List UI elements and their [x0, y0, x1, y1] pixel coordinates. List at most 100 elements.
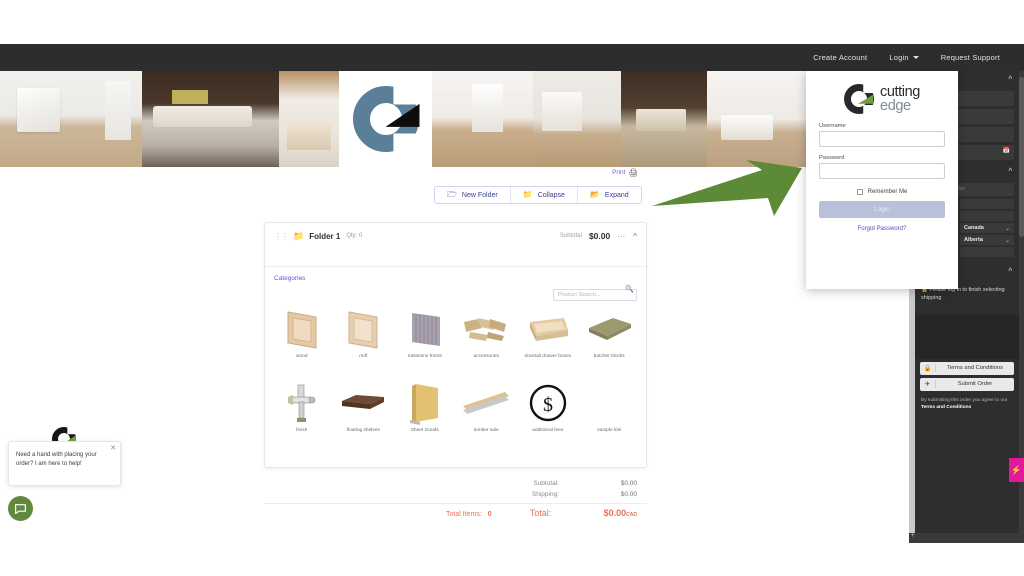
- order-totals: Subtotal: $0.00 Shipping: $0.00 Total It…: [264, 478, 647, 518]
- fine-print-terms-link[interactable]: Terms and Conditions: [921, 405, 971, 410]
- drag-handle-icon[interactable]: ⋮⋮: [274, 232, 289, 241]
- chevron-up-icon[interactable]: ^: [1008, 168, 1013, 175]
- category-label: dovetail drawer boxes: [524, 354, 572, 359]
- sample-kits-icon: [580, 379, 638, 427]
- drawer-box-icon: [519, 305, 577, 353]
- folder-header: ⋮⋮ 📁 Folder 1 Qty: 0 Subtotal $0.00 ⋯ ^: [265, 223, 646, 249]
- remember-me-checkbox[interactable]: [856, 189, 863, 195]
- accessories-pieces-icon: [457, 305, 515, 353]
- category-label: floating shelves: [346, 428, 380, 433]
- category-label: mdf: [359, 354, 368, 359]
- category-label: accessories: [473, 354, 499, 359]
- category-item-sheet-goods[interactable]: Sheet Goods: [394, 379, 456, 453]
- dollar-circle-icon: $: [519, 379, 577, 427]
- folder-name[interactable]: Folder 1: [309, 232, 340, 241]
- folder-action-group: 🗁 New Folder 📁 Collapse 📂 Expand: [434, 186, 642, 204]
- categories-header: Categories 🔍: [265, 267, 646, 301]
- floating-shelf-icon: [334, 379, 392, 427]
- brand-line-2: edge: [880, 98, 911, 114]
- sidebar-scrollbar-thumb[interactable]: [1019, 77, 1024, 237]
- address-zip-input[interactable]: [960, 247, 1014, 257]
- new-folder-button[interactable]: 🗁 New Folder: [435, 187, 511, 203]
- totals-divider: [264, 503, 647, 504]
- nav-create-account-label: Create Account: [813, 53, 868, 62]
- chevron-down-icon: ⌄: [1004, 225, 1010, 232]
- nav-create-account[interactable]: Create Account: [813, 53, 867, 62]
- password-input[interactable]: [819, 163, 945, 179]
- category-item-accessories[interactable]: accessories: [456, 305, 518, 379]
- hero-photo-kitchen-vanity: [279, 71, 339, 167]
- category-item-melamine-fronts[interactable]: melamine fronts: [394, 305, 456, 379]
- totals-shipping-label: Shipping:: [531, 491, 559, 498]
- submit-order-button[interactable]: ✈ Submit Order: [920, 377, 1014, 391]
- category-item-additional-fees[interactable]: $ additional fees: [517, 379, 579, 453]
- password-label: Password: [819, 155, 845, 161]
- total-currency: CAD: [626, 512, 637, 518]
- total-amount: $0.00: [603, 508, 627, 518]
- hero-photo-kitchen-island: [533, 71, 621, 167]
- category-item-mdf[interactable]: mdf: [333, 305, 395, 379]
- total-label: Total:: [529, 508, 552, 518]
- melamine-panel-icon: [396, 305, 454, 353]
- chevron-up-icon[interactable]: ^: [1008, 76, 1013, 83]
- login-submit-button[interactable]: Login: [819, 201, 945, 218]
- address-state-select[interactable]: Alberta ⌄: [960, 235, 1014, 245]
- calendar-icon[interactable]: 📅: [1003, 147, 1010, 154]
- new-folder-label: New Folder: [461, 191, 498, 199]
- print-label: Print: [612, 169, 626, 177]
- forgot-password-link[interactable]: Forgot Password?: [806, 218, 958, 232]
- close-icon[interactable]: ✕: [110, 444, 116, 452]
- category-item-lumber-sale[interactable]: lumber sale: [456, 379, 518, 453]
- address-city-input[interactable]: [960, 211, 1014, 221]
- lumber-strips-icon: [457, 379, 515, 427]
- category-item-dovetail-drawer-boxes[interactable]: dovetail drawer boxes: [517, 305, 579, 379]
- remember-me-label: Remember Me: [867, 189, 908, 195]
- totals-subtotal-value: $0.00: [620, 480, 637, 487]
- address-country-select[interactable]: Canada ⌄: [960, 223, 1014, 233]
- folder-open-icon: 📂: [589, 190, 600, 199]
- send-icon: ✈: [920, 380, 936, 388]
- category-item-wood[interactable]: wood: [271, 305, 333, 379]
- nav-request-support[interactable]: Request Support: [941, 53, 1000, 62]
- brand-wordmark: cutting edge: [880, 83, 920, 114]
- category-item-floating-shelves[interactable]: floating shelves: [333, 379, 395, 453]
- username-input[interactable]: [819, 131, 945, 147]
- category-label: finish: [296, 428, 308, 433]
- cutting-edge-c-logo-icon: [844, 84, 875, 114]
- totals-subtotal-label: Subtotal:: [533, 480, 559, 487]
- total-value: $0.00CAD: [604, 508, 637, 518]
- category-item-finish[interactable]: finish: [271, 379, 333, 453]
- hero-photo-kitchen-modern: [707, 71, 807, 167]
- submit-fine-print: By submitting this order you agree to ou…: [915, 394, 1019, 414]
- printer-icon: 🖨: [628, 168, 638, 177]
- nav-login[interactable]: Login: [889, 53, 919, 62]
- category-item-butcher-blocks[interactable]: butcher blocks: [579, 305, 641, 379]
- category-label: lumber sale: [473, 428, 499, 433]
- terms-and-conditions-button[interactable]: 🔒 Terms and Conditions: [920, 361, 1014, 375]
- sidebar-empty-gap: [915, 314, 1019, 359]
- folder-subtotal-label: Subtotal: [559, 233, 582, 239]
- lightning-icon-tab[interactable]: ⚡: [1009, 458, 1024, 482]
- chevron-up-icon[interactable]: ^: [1008, 268, 1013, 275]
- folder-card: ⋮⋮ 📁 Folder 1 Qty: 0 Subtotal $0.00 ⋯ ^ …: [264, 222, 647, 468]
- category-item-sample-kits[interactable]: sample kits: [579, 379, 641, 453]
- top-navigation-bar: Create Account Login Request Support: [0, 44, 1024, 71]
- hero-logo-tile: [339, 71, 432, 167]
- brand-line-1: cutting: [880, 83, 920, 100]
- collapse-button[interactable]: 📁 Collapse: [510, 187, 578, 203]
- print-link[interactable]: Print 🖨: [612, 169, 638, 177]
- remember-me-row[interactable]: Remember Me: [806, 187, 958, 201]
- magnifier-icon[interactable]: 🔍: [625, 285, 634, 293]
- page-root: Create Account Login Request Support Pri…: [0, 0, 1024, 576]
- chat-launcher-button[interactable]: [8, 496, 33, 521]
- chevron-up-icon[interactable]: ^: [633, 232, 637, 241]
- spray-gun-icon: [273, 379, 331, 427]
- login-modal: cutting edge Username Password Remember …: [806, 71, 958, 289]
- expand-button[interactable]: 📂 Expand: [577, 187, 641, 203]
- totals-shipping-value: $0.00: [620, 491, 637, 498]
- ellipsis-icon[interactable]: ⋯: [617, 232, 626, 241]
- address-line2-input[interactable]: [960, 199, 1014, 209]
- fine-print-prefix: By submitting this order you agree to ou…: [921, 397, 1008, 403]
- expand-sidebar-icon[interactable]: +: [911, 533, 915, 539]
- expand-label: Expand: [604, 191, 629, 199]
